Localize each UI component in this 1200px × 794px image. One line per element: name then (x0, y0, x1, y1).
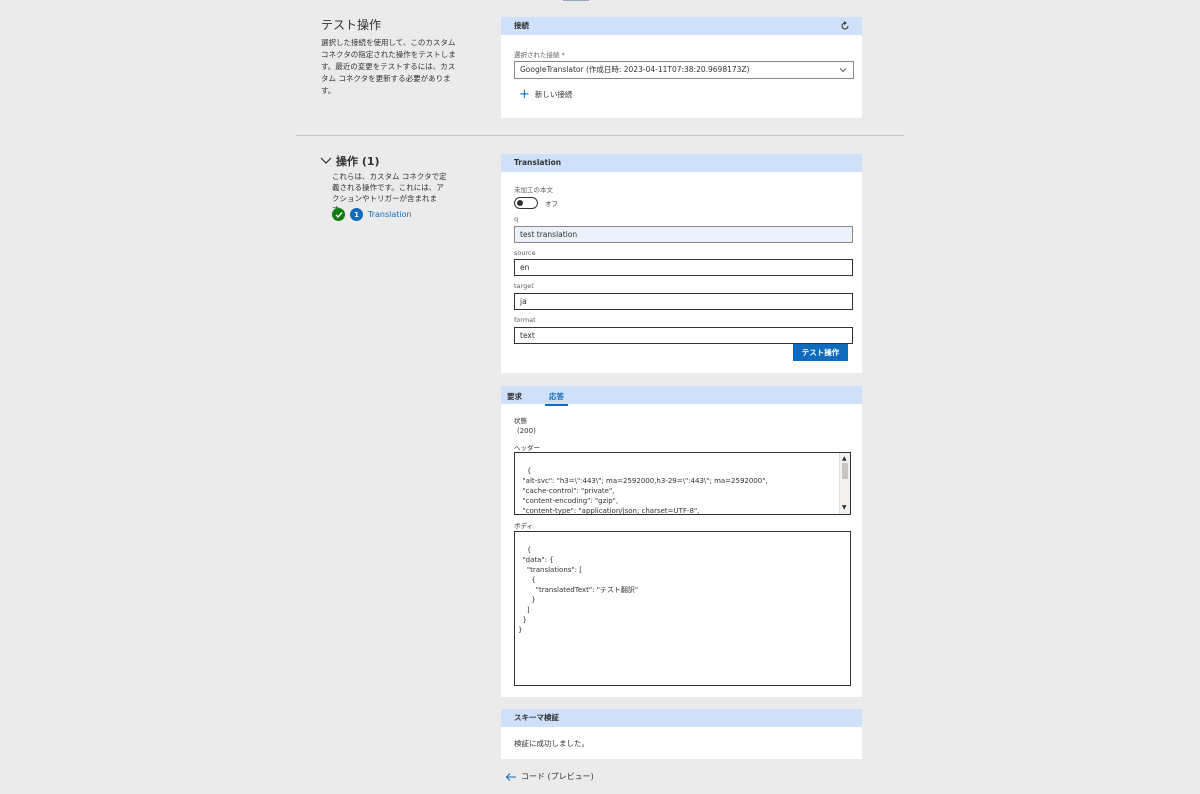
page-description: 選択した接続を使用して、このカスタム コネクタの指定された操作をテストします。最… (321, 38, 456, 95)
headers-label: ヘッダー (514, 444, 540, 452)
source-input[interactable]: en (514, 259, 853, 276)
schema-message: 検証に成功しました。 (514, 739, 589, 748)
connection-dropdown-value: GoogleTranslator (作成日時: 2023-04-11T07:38… (520, 65, 750, 74)
q-input[interactable]: test translation (514, 226, 853, 243)
raw-body-toggle[interactable] (514, 197, 538, 209)
schema-card-header: スキーマ検証 (501, 709, 862, 727)
body-text: { "data": { "translations": [ { "transla… (518, 546, 639, 634)
new-connection-button[interactable]: + 新しい接続 (519, 86, 573, 102)
operations-heading: 操作 (1) (336, 155, 380, 168)
schema-card: スキーマ検証 検証に成功しました。 (501, 709, 862, 759)
selected-connection-label: 選択された接続 * (514, 51, 565, 59)
operation-item-label[interactable]: Translation (368, 210, 412, 219)
status-label: 状態 (514, 417, 527, 425)
section-divider (296, 135, 904, 136)
scroll-down-icon[interactable]: ▼ (842, 503, 847, 513)
body-textarea[interactable]: { "data": { "translations": [ { "transla… (514, 531, 851, 686)
back-label: コード (プレビュー) (521, 772, 594, 781)
chevron-down-icon (839, 68, 847, 73)
page-title: テスト操作 (321, 18, 382, 32)
target-input[interactable]: ja (514, 293, 853, 310)
raw-body-toggle-state: オフ (545, 200, 558, 208)
response-card: 要求 応答 状態 (200) ヘッダー { "alt-svc": "h3=\":… (501, 386, 862, 697)
operation-number-badge: 1 (350, 208, 363, 221)
body-label: ボディ (514, 522, 534, 530)
raw-body-label: 未加工の本文 (514, 186, 553, 194)
plus-icon: + (519, 86, 530, 102)
connection-card-header: 接続 (501, 17, 862, 35)
connection-header-title: 接続 (514, 21, 529, 30)
refresh-icon[interactable] (840, 21, 850, 31)
back-to-code-link[interactable]: コード (プレビュー) (505, 771, 594, 782)
field-label-q: q (514, 215, 519, 223)
status-value: (200) (517, 427, 536, 435)
translation-card: Translation 未加工の本文 オフ q test translation… (501, 154, 862, 373)
top-indicator (563, 0, 589, 1)
scroll-thumb[interactable] (842, 463, 848, 479)
new-connection-label: 新しい接続 (534, 90, 573, 99)
checkmark-icon (332, 208, 345, 221)
tab-request[interactable]: 要求 (507, 391, 522, 402)
tab-response[interactable]: 応答 (545, 391, 568, 406)
arrow-left-icon (505, 772, 516, 781)
field-label-target: target (514, 282, 534, 290)
toggle-knob (517, 200, 523, 206)
headers-scrollbar[interactable]: ▲ ▼ (839, 453, 850, 514)
headers-text: { "alt-svc": "h3=\":443\"; ma=2592000,h3… (522, 467, 768, 515)
field-label-source: source (514, 249, 536, 257)
operation-item-translation[interactable]: 1 Translation (332, 208, 412, 221)
translation-card-header: Translation (501, 154, 862, 172)
field-label-format: format (514, 316, 536, 324)
response-tabs: 要求 応答 (501, 386, 862, 406)
headers-textarea[interactable]: { "alt-svc": "h3=\":443\"; ma=2592000,h3… (514, 452, 851, 515)
operations-header[interactable]: 操作 (1) (320, 153, 380, 169)
test-operation-button[interactable]: テスト操作 (793, 344, 848, 361)
format-input[interactable]: text (514, 327, 853, 344)
connection-dropdown[interactable]: GoogleTranslator (作成日時: 2023-04-11T07:38… (514, 61, 854, 79)
connection-card: 接続 選択された接続 * GoogleTranslator (作成日時: 202… (501, 17, 862, 118)
chevron-down-icon[interactable] (320, 155, 332, 167)
